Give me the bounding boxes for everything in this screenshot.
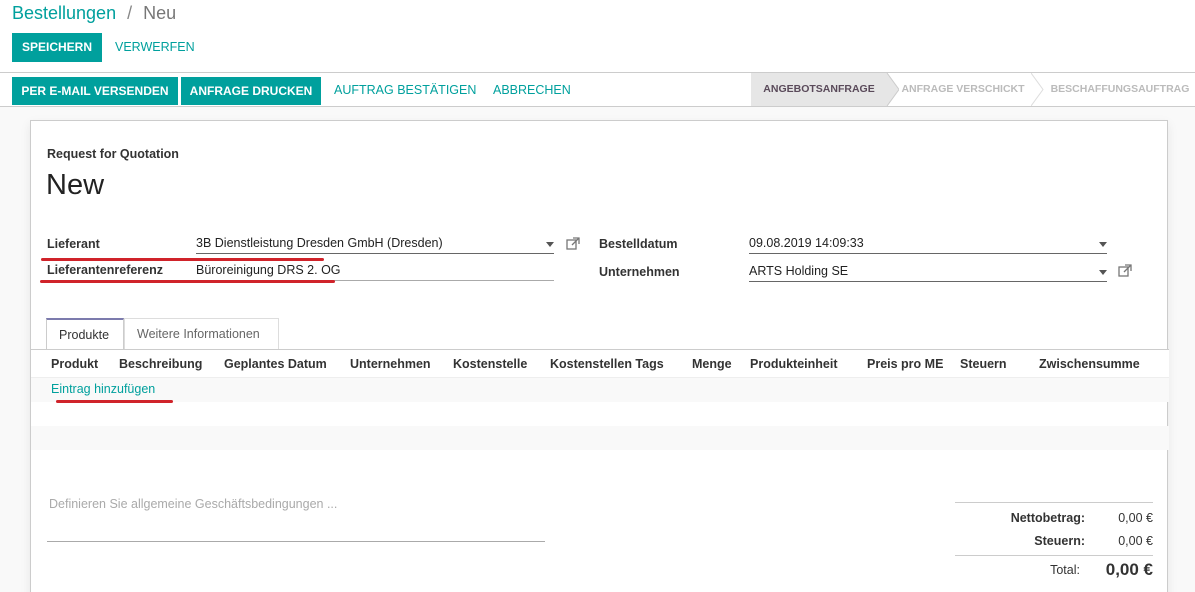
taxes-value: 0,00 € [1118,534,1153,548]
company-label: Unternehmen [599,265,680,279]
column-header-taxes[interactable]: Steuern [960,357,1007,371]
external-link-icon[interactable] [566,237,580,251]
status-step-purchase-order[interactable]: BESCHAFFUNGSAUFTRAG [1047,73,1193,106]
tab-other-info[interactable]: Weitere Informationen [124,318,279,350]
form-statusbar: PER E-MAIL VERSENDEN ANFRAGE DRUCKEN AUF… [0,73,1195,107]
total-label: Total: [1050,563,1080,577]
status-steps: ANGEBOTSANFRAGE ANFRAGE VERSCHICKT BESCH… [751,73,1195,106]
dropdown-caret-icon[interactable] [546,242,554,247]
discard-button[interactable]: VERWERFEN [105,33,205,62]
terms-notes-placeholder: Definieren Sie allgemeine Geschäftsbedin… [49,497,338,511]
page-title: New [46,169,105,201]
totals-divider [955,502,1153,503]
table-row [31,402,1169,426]
untaxed-amount-value: 0,00 € [1118,511,1153,525]
order-date-value: 09.08.2019 14:09:33 [749,236,864,250]
column-header-quantity[interactable]: Menge [692,357,732,371]
vendor-reference-label: Lieferantenreferenz [47,263,164,277]
confirm-order-button[interactable]: AUFTRAG BESTÄTIGEN [324,76,486,104]
send-email-button[interactable]: PER E-MAIL VERSENDEN [12,77,178,105]
control-panel: Bestellungen / Neu SPEICHERN VERWERFEN [0,0,1195,73]
status-step-rfq: ANGEBOTSANFRAGE [751,73,887,106]
vendor-reference-value: Büroreinigung DRS 2. OG [196,263,341,277]
totals-divider [955,555,1153,556]
dropdown-caret-icon[interactable] [1099,242,1107,247]
column-header-subtotal[interactable]: Zwischensumme [1039,357,1140,371]
tab-products[interactable]: Produkte [46,318,124,350]
print-rfq-button[interactable]: ANFRAGE DRUCKEN [181,77,321,105]
column-header-cost-center-tags[interactable]: Kostenstellen Tags [550,357,664,371]
column-header-product[interactable]: Produkt [51,357,98,371]
status-chevron-icon [1031,73,1044,106]
status-step-rfq-sent[interactable]: ANFRAGE VERSCHICKT [897,73,1029,106]
column-header-unit[interactable]: Produkteinheit [750,357,838,371]
vendor-label: Lieferant [47,237,100,251]
order-lines-header: Produkt Beschreibung Geplantes Datum Unt… [31,350,1169,378]
untaxed-amount-label: Nettobetrag: [1010,511,1085,525]
column-header-cost-center[interactable]: Kostenstelle [453,357,527,371]
document-type-label: Request for Quotation [47,147,179,161]
column-header-company[interactable]: Unternehmen [350,357,431,371]
breadcrumb-current: Neu [143,3,177,23]
cancel-order-button[interactable]: ABBRECHEN [483,76,581,104]
table-row [31,426,1169,450]
external-link-icon[interactable] [1118,264,1132,278]
order-date-label: Bestelldatum [599,237,678,251]
breadcrumb-parent-link[interactable]: Bestellungen [12,3,116,23]
company-field[interactable]: ARTS Holding SE [749,262,1107,282]
company-value: ARTS Holding SE [749,264,849,278]
column-header-description[interactable]: Beschreibung [119,357,202,371]
add-line-row: Eintrag hinzufügen [31,378,1169,402]
total-value: 0,00 € [1105,560,1153,579]
dropdown-caret-icon[interactable] [1099,270,1107,275]
annotation-underline [40,280,335,283]
breadcrumb: Bestellungen / Neu [12,3,176,24]
terms-notes-field[interactable]: Definieren Sie allgemeine Geschäftsbedin… [47,497,545,542]
vendor-reference-input[interactable]: Büroreinigung DRS 2. OG [196,261,554,281]
breadcrumb-separator: / [127,3,133,23]
save-button[interactable]: SPEICHERN [12,33,103,62]
add-line-link[interactable]: Eintrag hinzufügen [51,382,155,396]
taxes-label: Steuern: [1034,534,1085,548]
vendor-field[interactable]: 3B Dienstleistung Dresden GmbH (Dresden) [196,234,554,254]
vendor-value: 3B Dienstleistung Dresden GmbH (Dresden) [196,236,443,250]
column-header-planned-date[interactable]: Geplantes Datum [224,357,327,371]
column-header-unit-price[interactable]: Preis pro ME [867,357,943,371]
order-date-field[interactable]: 09.08.2019 14:09:33 [749,234,1107,254]
form-sheet: Request for Quotation New Lieferant 3B D… [30,120,1169,592]
